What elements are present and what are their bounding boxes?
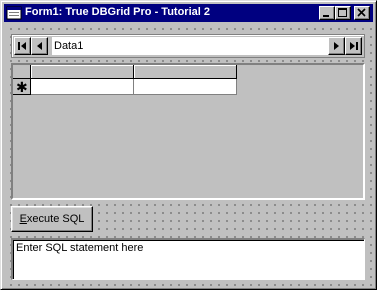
data-control-caption: Data1 bbox=[52, 37, 334, 55]
grid-cell-2[interactable] bbox=[134, 79, 237, 95]
maximize-icon bbox=[338, 8, 347, 17]
maximize-button[interactable] bbox=[335, 6, 351, 20]
form-client-area: Data1 ✱ Execute SQL Enter SQL statement … bbox=[5, 23, 373, 286]
grid-column-header-1[interactable] bbox=[31, 65, 134, 79]
grid-column-header-2[interactable] bbox=[134, 65, 237, 79]
window-title: Form1: True DBGrid Pro - Tutorial 2 bbox=[25, 6, 210, 18]
next-record-icon bbox=[334, 42, 339, 50]
previous-record-button[interactable] bbox=[31, 37, 48, 55]
last-record-icon bbox=[350, 42, 358, 50]
data-control: Data1 bbox=[11, 34, 365, 58]
execute-sql-label: xecute SQL bbox=[26, 213, 85, 225]
sql-statement-textbox[interactable]: Enter SQL statement here bbox=[11, 238, 365, 280]
dbgrid[interactable]: ✱ bbox=[11, 63, 365, 200]
grid-row-selector[interactable]: ✱ bbox=[13, 79, 31, 95]
close-button[interactable] bbox=[354, 6, 370, 20]
first-record-button[interactable] bbox=[14, 37, 31, 55]
next-record-button[interactable] bbox=[328, 37, 345, 55]
minimize-button[interactable] bbox=[319, 6, 335, 20]
execute-sql-access-key: E bbox=[19, 213, 27, 225]
title-bar[interactable]: Form1: True DBGrid Pro - Tutorial 2 bbox=[4, 4, 373, 22]
last-record-button[interactable] bbox=[345, 37, 362, 55]
execute-sql-button[interactable]: Execute SQL bbox=[11, 206, 93, 232]
close-icon bbox=[357, 8, 366, 17]
new-row-icon: ✱ bbox=[16, 79, 28, 95]
minimize-icon bbox=[323, 15, 329, 17]
grid-corner-header bbox=[13, 65, 31, 79]
grid-cell-1[interactable] bbox=[31, 79, 134, 95]
form-icon bbox=[6, 6, 22, 20]
previous-record-icon bbox=[37, 42, 42, 50]
first-record-icon bbox=[18, 42, 26, 50]
form-window: Form1: True DBGrid Pro - Tutorial 2 Data… bbox=[0, 0, 377, 290]
